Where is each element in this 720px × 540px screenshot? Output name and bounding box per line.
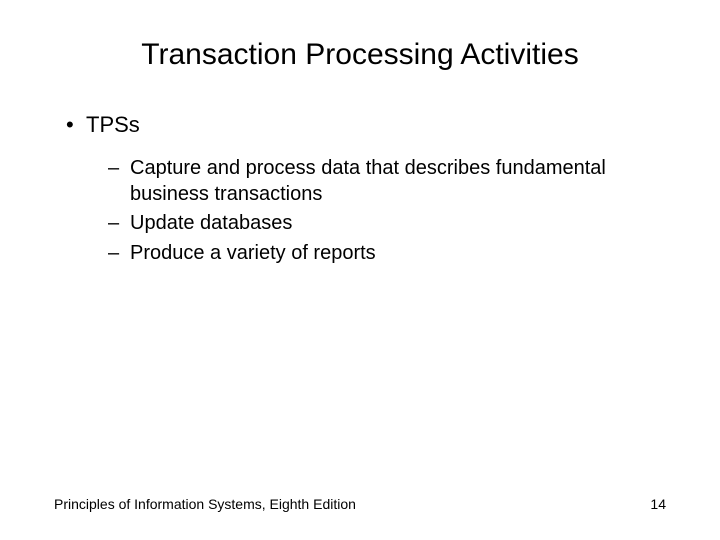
bullet-level-1: TPSs <box>60 112 670 138</box>
bullet-level-2: Produce a variety of reports <box>60 241 670 267</box>
bullet-level-2: Capture and process data that describes … <box>60 156 670 207</box>
slide-title: Transaction Processing Activities <box>50 38 670 72</box>
slide-content: TPSs Capture and process data that descr… <box>50 112 670 496</box>
slide-footer: Principles of Information Systems, Eight… <box>50 496 670 520</box>
slide-container: Transaction Processing Activities TPSs C… <box>0 0 720 540</box>
bullet-level-2: Update databases <box>60 211 670 237</box>
page-number: 14 <box>650 496 666 512</box>
footer-text: Principles of Information Systems, Eight… <box>54 496 356 512</box>
